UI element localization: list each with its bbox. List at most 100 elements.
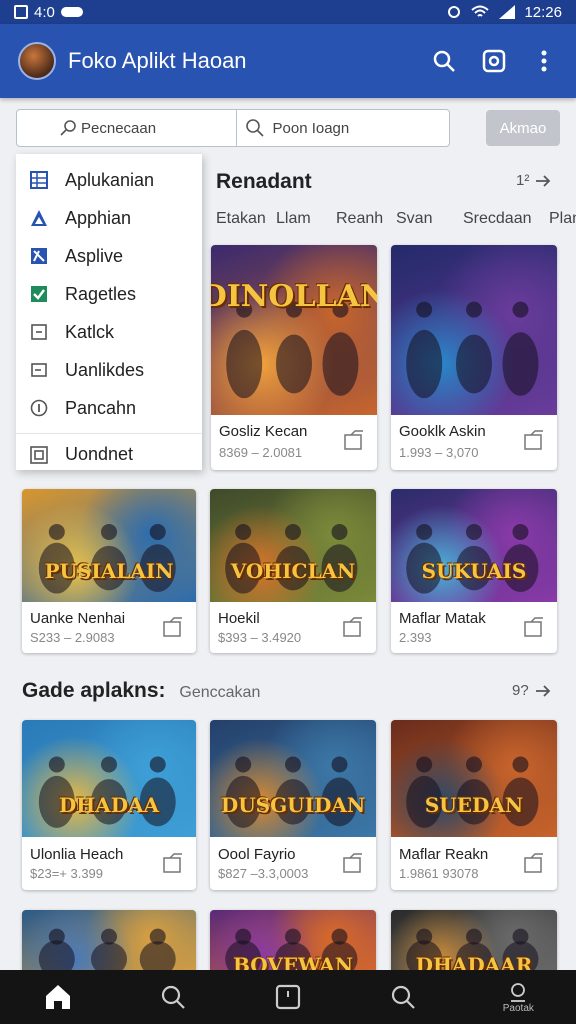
menu-item-aplukanian[interactable]: Aplukanian xyxy=(16,161,202,199)
search-row: Pecnecaan Poon Ioagn Akmao xyxy=(16,106,560,150)
more-vert-icon[interactable] xyxy=(530,47,558,75)
share-icon[interactable] xyxy=(162,852,184,874)
game-card[interactable]: DHADAA Ulonlia Heach $23=+ 3.399 xyxy=(22,720,196,890)
game-logo: DHADAA xyxy=(58,792,160,817)
search-icon xyxy=(161,985,185,1009)
game-title: Ulonlia Heach xyxy=(30,846,124,863)
search-field-2-text: Poon Ioagn xyxy=(272,119,350,137)
share-icon[interactable] xyxy=(343,429,365,451)
section-more-count: 1² xyxy=(516,172,530,189)
game-card[interactable]: Gooklk Askin 1.993 – 3,070 xyxy=(391,245,557,470)
nav-home[interactable] xyxy=(28,970,88,1024)
tab-llam[interactable]: Llam xyxy=(276,210,311,228)
menu-item-label: Uondnet xyxy=(65,444,134,464)
camera-icon[interactable] xyxy=(480,47,508,75)
section-2-more-link[interactable]: 9? xyxy=(512,682,551,699)
menu-item-pancahn[interactable]: Pancahn xyxy=(16,389,202,427)
game-title: Maflar Reakn xyxy=(399,846,489,863)
settings-status-icon xyxy=(448,6,461,18)
game-artwork: DUSGUIDAN xyxy=(210,720,376,837)
signal-icon xyxy=(499,5,516,19)
game-title: Gooklk Askin xyxy=(399,423,486,440)
game-artwork: DINOLLAN xyxy=(211,245,377,415)
menu-item-katlck[interactable]: Katlck xyxy=(16,313,202,351)
share-icon[interactable] xyxy=(523,616,545,638)
nav-profile[interactable]: Paotak xyxy=(488,970,548,1024)
tab-reanh[interactable]: Reanh xyxy=(336,210,383,228)
share-icon[interactable] xyxy=(162,616,184,638)
share-icon[interactable] xyxy=(523,852,545,874)
dropdown-menu: Aplukanian Apphian Asplive Ragetles Katl… xyxy=(16,154,202,470)
game-price: 1.993 – 3,070 xyxy=(399,445,479,460)
nav-search-2[interactable] xyxy=(373,970,433,1024)
menu-item-uanlikdes[interactable]: Uanlikdes xyxy=(16,351,202,389)
game-card[interactable]: SUKUAIS Maflar Matak 2.393 xyxy=(391,489,557,653)
game-card[interactable]: DINOLLAN Gosliz Kecan 8369 – 2.0081 xyxy=(211,245,377,470)
avatar[interactable] xyxy=(18,42,56,80)
app-title: Foko Aplikt Haoan xyxy=(68,48,247,73)
game-logo: PUSIALAIN xyxy=(44,559,174,584)
nav-library[interactable] xyxy=(258,970,318,1024)
square-icon xyxy=(30,445,48,464)
game-price: $23=+ 3.399 xyxy=(30,866,104,881)
share-icon[interactable] xyxy=(342,852,364,874)
profile-icon xyxy=(511,982,526,1002)
game-logo: VOHICLAN xyxy=(230,559,356,584)
menu-item-apphian[interactable]: Apphian xyxy=(16,199,202,237)
bottom-nav: Paotak xyxy=(0,970,576,1024)
action-button[interactable]: Akmao xyxy=(486,110,560,146)
game-artwork: SUEDAN xyxy=(391,720,557,837)
nav-profile-label: Paotak xyxy=(502,1002,534,1014)
box-icon xyxy=(30,323,48,341)
arrow-right-icon xyxy=(536,174,551,187)
app-bar: Foko Aplikt Haoan xyxy=(0,24,576,98)
tab-etakan[interactable]: Etakan xyxy=(216,210,266,228)
character-silhouettes xyxy=(225,523,358,594)
section-title-2-text: Gade aplakns: xyxy=(22,679,166,702)
section-2-more-count: 9? xyxy=(512,682,529,699)
share-icon[interactable] xyxy=(342,616,364,638)
menu-item-label: Katlck xyxy=(65,321,115,342)
game-logo: SUEDAN xyxy=(424,792,524,817)
triangle-icon xyxy=(30,209,48,227)
search-field-2[interactable]: Poon Ioagn xyxy=(235,110,450,146)
search-icon xyxy=(392,985,415,1009)
character-silhouettes xyxy=(406,301,539,399)
game-card[interactable]: SUEDAN Maflar Reakn 1.9861 93078 xyxy=(391,720,557,890)
square-icon xyxy=(275,984,301,1010)
game-artwork xyxy=(391,245,557,415)
game-price: 1.9861 93078 xyxy=(399,866,479,881)
game-price: S233 – 2.9083 xyxy=(30,630,115,645)
section-title-2: Gade aplakns: Genccakan xyxy=(22,679,260,703)
game-card[interactable]: PUSIALAIN Uanke Nenhai S233 – 2.9083 xyxy=(22,489,196,653)
character-silhouettes xyxy=(406,523,539,594)
status-time: 12:26 xyxy=(524,3,562,21)
share-icon[interactable] xyxy=(523,429,545,451)
search-icon[interactable] xyxy=(430,47,458,75)
menu-item-label: Aplukanian xyxy=(65,169,155,190)
wifi-icon xyxy=(471,5,490,17)
game-card[interactable]: VOHICLAN Hoekil $393 – 3.4920 xyxy=(210,489,376,653)
tab-plan[interactable]: Plan xyxy=(549,210,576,228)
game-title: Gosliz Kecan xyxy=(219,423,308,440)
menu-item-ragetles[interactable]: Ragetles xyxy=(16,275,202,313)
search-field-1[interactable]: Pecnecaan xyxy=(17,110,236,146)
nav-search[interactable] xyxy=(143,970,203,1024)
compass-icon xyxy=(30,247,48,265)
game-title: Hoekil xyxy=(218,610,260,627)
minus-box-icon xyxy=(30,361,48,379)
character-silhouettes xyxy=(225,756,358,828)
character-silhouettes xyxy=(226,301,359,399)
grid-icon xyxy=(30,171,48,189)
game-card[interactable]: DUSGUIDAN Oool Fayrio $827 –3.3,0003 xyxy=(210,720,376,890)
check-icon xyxy=(30,285,48,303)
menu-item-asplive[interactable]: Asplive xyxy=(16,237,202,275)
game-logo: DINOLLAN xyxy=(211,279,377,314)
status-bar: 4:0 12:26 xyxy=(0,0,576,24)
menu-item-uondnet[interactable]: Uondnet xyxy=(16,433,202,475)
tab-srecdaan[interactable]: Srecdaan xyxy=(463,210,532,228)
game-price: 8369 – 2.0081 xyxy=(219,445,303,460)
section-more-link[interactable]: 1² xyxy=(516,172,551,189)
game-price: 2.393 xyxy=(399,630,432,645)
tab-svan[interactable]: Svan xyxy=(396,210,432,228)
